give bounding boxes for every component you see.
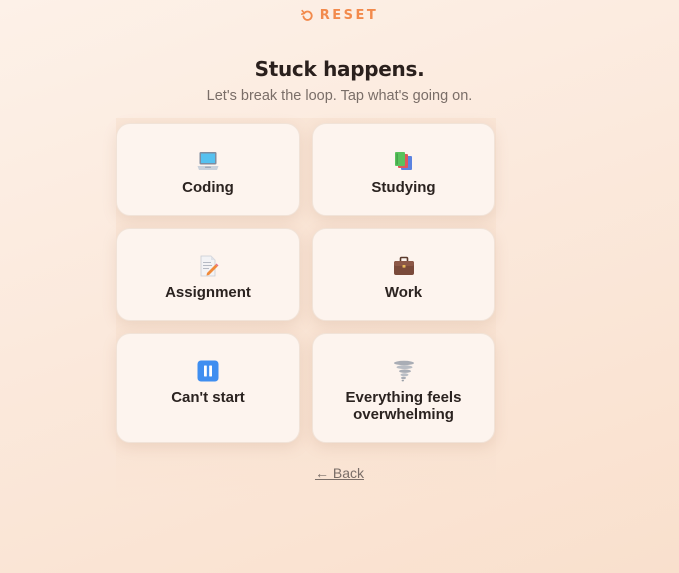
page-subtitle: Let's break the loop. Tap what's going o… bbox=[206, 88, 473, 104]
page-title: Stuck happens. bbox=[254, 57, 425, 81]
option-label: Can't start bbox=[171, 389, 245, 406]
option-card-work[interactable]: Work bbox=[312, 228, 495, 321]
option-card-overwhelming[interactable]: Everything feels overwhelming bbox=[312, 333, 495, 443]
option-label: Assignment bbox=[165, 284, 251, 301]
option-label: Everything feels overwhelming bbox=[345, 389, 462, 423]
memo-icon bbox=[195, 253, 221, 279]
option-card-coding[interactable]: Coding bbox=[116, 123, 300, 216]
pause-icon bbox=[195, 358, 221, 384]
laptop-icon bbox=[195, 148, 221, 174]
reset-label: RESET bbox=[319, 8, 379, 23]
tornado-icon bbox=[391, 358, 417, 384]
option-label: Work bbox=[384, 284, 423, 301]
option-card-studying[interactable]: Studying bbox=[312, 123, 495, 216]
undo-icon bbox=[300, 9, 314, 22]
option-card-assignment[interactable]: Assignment bbox=[116, 228, 300, 321]
back-link-wrapper: ← Back bbox=[0, 465, 679, 481]
reset-button[interactable]: RESET bbox=[0, 8, 679, 23]
option-label: Coding bbox=[182, 179, 234, 196]
books-icon bbox=[391, 148, 417, 174]
option-label: Studying bbox=[371, 179, 436, 196]
back-link[interactable]: ← Back bbox=[315, 465, 364, 481]
option-card-cant-start[interactable]: Can't start bbox=[116, 333, 300, 443]
briefcase-icon bbox=[391, 253, 417, 279]
